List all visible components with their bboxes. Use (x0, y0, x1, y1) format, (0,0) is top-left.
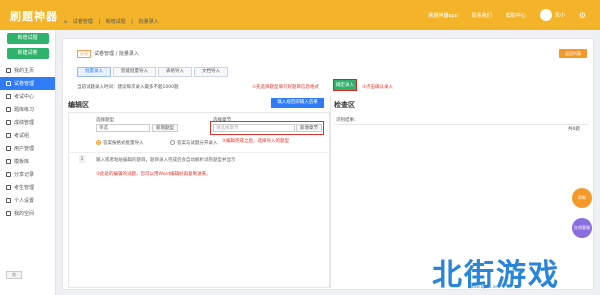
sidebar: 新增试题 新建试卷 我的主页 试卷管理 考试中心 题库练习 成绩管理 考试组 用… (0, 30, 56, 295)
tab-batch-input[interactable]: 批量录入 (77, 67, 111, 77)
radio-format-import[interactable] (96, 140, 101, 145)
help-float-button[interactable]: 帮助 (572, 188, 592, 208)
new-question-button[interactable]: 新增试题 (6, 33, 49, 44)
sidebar-item-paper-manage[interactable]: 试卷管理 (0, 77, 55, 90)
home-icon[interactable]: ⌂ (64, 19, 67, 25)
paper-icon (6, 81, 11, 86)
sidebar-item-share[interactable]: 分享记录 (0, 168, 55, 181)
exam-icon (6, 94, 11, 99)
users-icon (6, 146, 11, 151)
top-right-menu: 刷题神器app 联系我们 帮助中心 张小 ⚙ (428, 0, 600, 30)
app-logo[interactable]: 刷题神器 (10, 8, 58, 24)
user-name: 张小 (554, 12, 565, 19)
back-to-list-button[interactable]: 返回列表 (559, 49, 587, 58)
radio-separate-input[interactable] (170, 140, 175, 145)
tab-doc-import[interactable]: 文档导入 (194, 67, 228, 77)
top-bar: 刷题神器 刷题神器app 联系我们 帮助中心 张小 ⚙ (0, 0, 600, 30)
line-number: 1 (79, 155, 85, 163)
edit-area-title: 编辑区 (68, 101, 89, 109)
tab-smart-import[interactable]: 智能批量导入 (113, 67, 156, 77)
practice-icon (6, 107, 11, 112)
person-icon (6, 198, 11, 203)
settings-gear-icon[interactable]: ⚙ (579, 11, 586, 20)
confirm-import-button[interactable]: 确定录入 (333, 79, 357, 91)
new-paper-button[interactable]: 新建试卷 (6, 48, 49, 59)
row-divider (68, 152, 330, 153)
import-tabs: 批量录入 智能批量导入 表格导入 文档导入 (77, 67, 230, 77)
group-icon (6, 133, 11, 138)
top-link-app[interactable]: 刷题神器app (428, 12, 457, 19)
radio-separate-input-label: 答案与试题分开录入 (177, 141, 218, 146)
radio-format-import-label: 答案按格式批量导入 (103, 141, 144, 146)
read-tag[interactable]: 必读 (77, 50, 91, 58)
limit-note: 当前试题录入时间：建议每次录入最多不超1000题 (77, 85, 179, 90)
watermark-url: www.bjhxs.net (470, 284, 500, 289)
annotation-step-3: ③点击确认录入 (362, 85, 394, 90)
share-icon (6, 172, 11, 177)
check-result-label: 识别结果： (336, 118, 359, 123)
template-icon (6, 159, 11, 164)
space-icon (6, 211, 11, 216)
sidebar-item-settings[interactable]: 个人设置 (0, 194, 55, 207)
check-area-title: 检查区 (334, 101, 355, 109)
avatar (539, 9, 552, 21)
editor-hint[interactable]: 输入或者粘贴编辑的题目，题目录入完成后会自动解析试卷题型并显示 (96, 157, 236, 163)
sidebar-item-users[interactable]: 用户管理 (0, 142, 55, 155)
sidebar-item-space[interactable]: 我的空间 (0, 207, 55, 220)
sidebar-item-exam-group[interactable]: 考试组 (0, 129, 55, 142)
home-icon (6, 68, 11, 73)
sidebar-item-scores[interactable]: 成绩管理 (0, 116, 55, 129)
check-count: 共0题 (568, 127, 580, 132)
input-rules-button[interactable]: 输入规范即输入后果 (271, 98, 324, 108)
annotation-step-1: ①先选择题型填写好题目信息格式 (252, 85, 320, 90)
user-menu[interactable]: 张小 (539, 9, 565, 21)
question-type-select[interactable]: 单选 (96, 124, 150, 132)
highlight-section-box (210, 121, 324, 135)
check-divider (334, 124, 589, 125)
chat-float-button[interactable]: 在线客服 (572, 218, 592, 238)
page-subtitle: 必读 试卷管理 / 批量录入 (77, 50, 139, 58)
sidebar-collapse-button[interactable]: 收 (6, 271, 22, 279)
annotation-word-tip: ③此处的编辑的试题，您可以用Word编辑好再复制进来。 (96, 172, 211, 177)
breadcrumb-item-current: 批量录入 (138, 19, 159, 25)
student-icon (6, 185, 11, 190)
top-link-contact[interactable]: 联系我们 (472, 12, 492, 19)
breadcrumb-item[interactable]: 新增试题 (106, 19, 126, 25)
sidebar-item-templates[interactable]: 模板库 (0, 155, 55, 168)
annotation-step-2: ②编辑完成之后，选择导入的题型 (222, 139, 290, 144)
sidebar-item-students[interactable]: 考生管理 (0, 181, 55, 194)
sidebar-item-exam-center[interactable]: 考试中心 (0, 90, 55, 103)
breadcrumb-item[interactable]: 试卷管理 (73, 19, 93, 25)
divider (330, 96, 331, 288)
score-icon (6, 120, 11, 125)
add-type-button[interactable]: 新增题型 (152, 124, 178, 132)
top-link-help[interactable]: 帮助中心 (506, 12, 526, 19)
type-label: 选择题型 (96, 118, 114, 123)
edit-panel (68, 112, 330, 288)
sidebar-item-practice[interactable]: 题库练习 (0, 103, 55, 116)
sidebar-item-home[interactable]: 我的主页 (0, 64, 55, 77)
tab-table-import[interactable]: 表格导入 (158, 67, 192, 77)
breadcrumb: ⌂ 试卷管理 | 新增试题 | 批量录入 (64, 19, 159, 25)
